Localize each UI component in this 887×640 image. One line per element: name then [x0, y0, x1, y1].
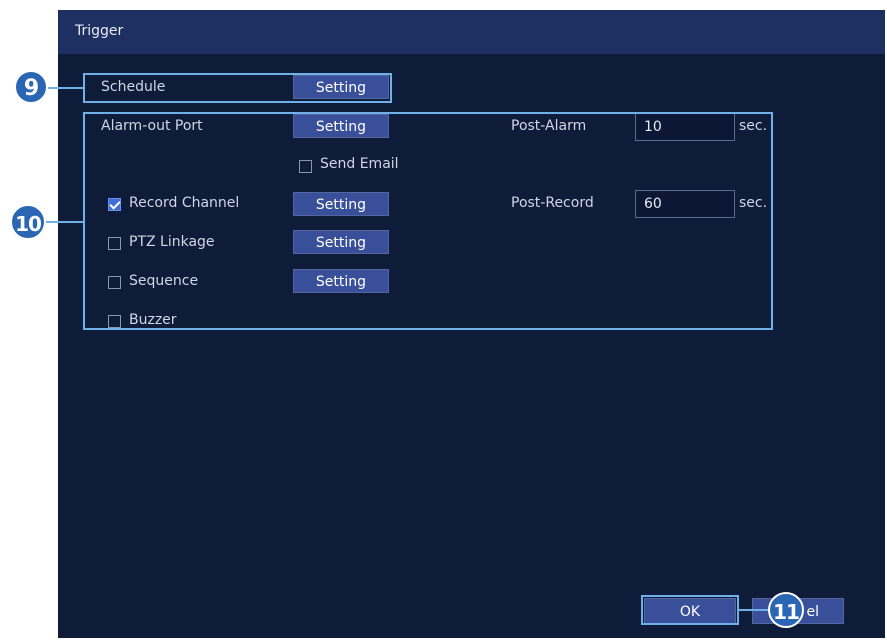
callout-11-leader	[739, 609, 771, 611]
dialog-title: Trigger	[75, 23, 124, 39]
callout-11: 11	[768, 592, 804, 628]
dialog-titlebar: Trigger	[58, 10, 885, 54]
callout-10-leader	[42, 221, 83, 223]
ok-highlight-box	[641, 595, 739, 625]
trigger-options-highlight-box	[83, 112, 773, 330]
schedule-highlight-box	[83, 73, 392, 103]
callout-10: 10	[10, 204, 46, 240]
callout-9: 9	[14, 70, 48, 104]
